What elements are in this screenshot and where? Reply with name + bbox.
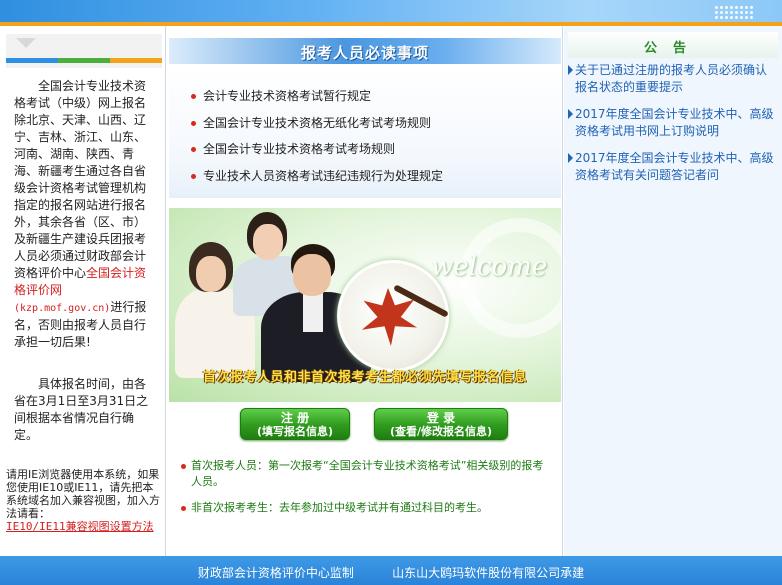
- rule-link-label: 会计专业技术资格考试暂行规定: [203, 89, 372, 103]
- action-area: 注 册 (填写报名信息) 登 录 (查看/修改报名信息) 首次报考人员：第一次报…: [169, 402, 561, 582]
- login-button[interactable]: 登 录 (查看/修改报名信息): [374, 408, 508, 440]
- notice-site-url: (kzp.mof.gov.cn): [14, 303, 111, 314]
- announcement-link[interactable]: 2017年度全国会计专业技术中、高级资格考试用书网上订购说明: [568, 106, 778, 140]
- ie-compat-note: 请用IE浏览器使用本系统，如果您使用IE10或IE11，请先把本系统域名加入兼容…: [6, 468, 160, 520]
- dots-decoration: [714, 5, 754, 19]
- person-shirt: [303, 292, 323, 332]
- announcement-header: 公告: [568, 32, 778, 58]
- rule-link[interactable]: 全国会计专业技术资格考试考场规则: [191, 141, 395, 157]
- definition-item: 首次报考人员：第一次报考“全国会计专业技术资格考试”相关级别的报考人员。: [181, 458, 551, 490]
- register-button-label: 注 册: [280, 411, 310, 425]
- announcement-link[interactable]: 关于已通过注册的报考人员必须确认报名状态的重要提示: [568, 62, 778, 96]
- rule-link[interactable]: 专业技术人员资格考试违纪违规行为处理规定: [191, 168, 443, 184]
- announcement-link-label: 关于已通过注册的报考人员必须确认报名状态的重要提示: [575, 63, 768, 94]
- footer-developer: 山东山大鸥玛软件股份有限公司承建: [392, 566, 585, 580]
- red-bullet-icon: [191, 147, 196, 152]
- red-bullet-icon: [191, 94, 196, 99]
- rule-link[interactable]: 全国会计专业技术资格无纸化考试考场规则: [191, 115, 431, 131]
- announcement-link-label: 2017年度全国会计专业技术中、高级资格考试有关问题答记者问: [575, 151, 774, 182]
- registration-slogan: 首次报考人员和非首次报考考生都必须先填写报名信息: [202, 370, 527, 385]
- person-face: [293, 254, 331, 296]
- register-button[interactable]: 注 册 (填写报名信息): [240, 408, 350, 440]
- ie-compat-settings-link[interactable]: IE10/IE11兼容视图设置方法: [6, 520, 164, 533]
- color-bar-orange: [110, 58, 162, 63]
- welcome-banner-image: welcome 首次报考人员和非首次报考考生都必须先填写报名信息: [169, 208, 561, 402]
- rule-link[interactable]: 会计专业技术资格考试暂行规定: [191, 88, 371, 104]
- footer-text: 财政部会计资格评价中心监制 山东山大鸥玛软件股份有限公司承建: [0, 564, 782, 581]
- definition-text: 非首次报考考生：去年参加过中级考试并有通过科目的考生。: [191, 501, 488, 514]
- person-face: [253, 224, 283, 260]
- color-bars: [6, 58, 162, 63]
- red-bullet-icon: [181, 464, 186, 469]
- welcome-word: welcome: [431, 252, 548, 282]
- color-bar-green: [58, 58, 110, 63]
- notice-main-text: 全国会计专业技术资格考试（中级）网上报名除北京、天津、山西、辽宁、吉林、浙江、山…: [14, 79, 147, 280]
- color-bar-blue: [6, 58, 58, 63]
- rules-list: 会计专业技术资格考试暂行规定 全国会计专业技术资格无纸化考试考场规则 全国会计专…: [169, 66, 561, 198]
- login-button-sublabel: (查看/修改报名信息): [389, 425, 493, 438]
- rule-link-label: 全国会计专业技术资格无纸化考试考场规则: [203, 116, 432, 130]
- registration-time-text: 具体报名时间，由各省在3月1日至3月31日之间根据本省情况自行确定。: [14, 377, 149, 442]
- footer-supervisor: 财政部会计资格评价中心监制: [197, 566, 354, 580]
- definition-text: 首次报考人员：第一次报考“全国会计专业技术资格考试”相关级别的报考人员。: [191, 459, 544, 488]
- announcement-column: 公告 关于已通过注册的报考人员必须确认报名状态的重要提示 2017年度全国会计专…: [564, 26, 782, 556]
- red-bullet-icon: [191, 121, 196, 126]
- register-button-sublabel: (填写报名信息): [256, 425, 334, 438]
- center-column: 报考人员必读事项 会计专业技术资格考试暂行规定 全国会计专业技术资格无纸化考试考…: [167, 26, 563, 582]
- announcement-link-label: 2017年度全国会计专业技术中、高级资格考试用书网上订购说明: [575, 107, 774, 138]
- announcement-title: 公告: [643, 41, 702, 56]
- rule-link-label: 全国会计专业技术资格考试考场规则: [203, 142, 396, 156]
- must-read-title: 报考人员必读事项: [300, 44, 429, 62]
- page: 全国会计专业技术资格考试（中级）网上报名除北京、天津、山西、辽宁、吉林、浙江、山…: [0, 0, 782, 585]
- footer: 财政部会计资格评价中心监制 山东山大鸥玛软件股份有限公司承建: [0, 556, 782, 585]
- registration-notice: 全国会计专业技术资格考试（中级）网上报名除北京、天津、山西、辽宁、吉林、浙江、山…: [14, 78, 154, 351]
- person-face: [196, 256, 226, 292]
- login-button-label: 登 录: [426, 411, 456, 425]
- definition-item: 非首次报考考生：去年参加过中级考试并有通过科目的考生。: [181, 500, 551, 516]
- red-bullet-icon: [181, 506, 186, 511]
- left-notice-column: 全国会计专业技术资格考试（中级）网上报名除北京、天津、山西、辽宁、吉林、浙江、山…: [0, 26, 166, 556]
- red-bullet-icon: [191, 174, 196, 179]
- must-read-header: 报考人员必读事项: [169, 38, 561, 64]
- top-banner: [0, 0, 782, 26]
- announcement-link[interactable]: 2017年度全国会计专业技术中、高级资格考试有关问题答记者问: [568, 150, 778, 184]
- chevron-down-icon: [16, 38, 36, 48]
- rule-link-label: 专业技术人员资格考试违纪违规行为处理规定: [203, 169, 444, 183]
